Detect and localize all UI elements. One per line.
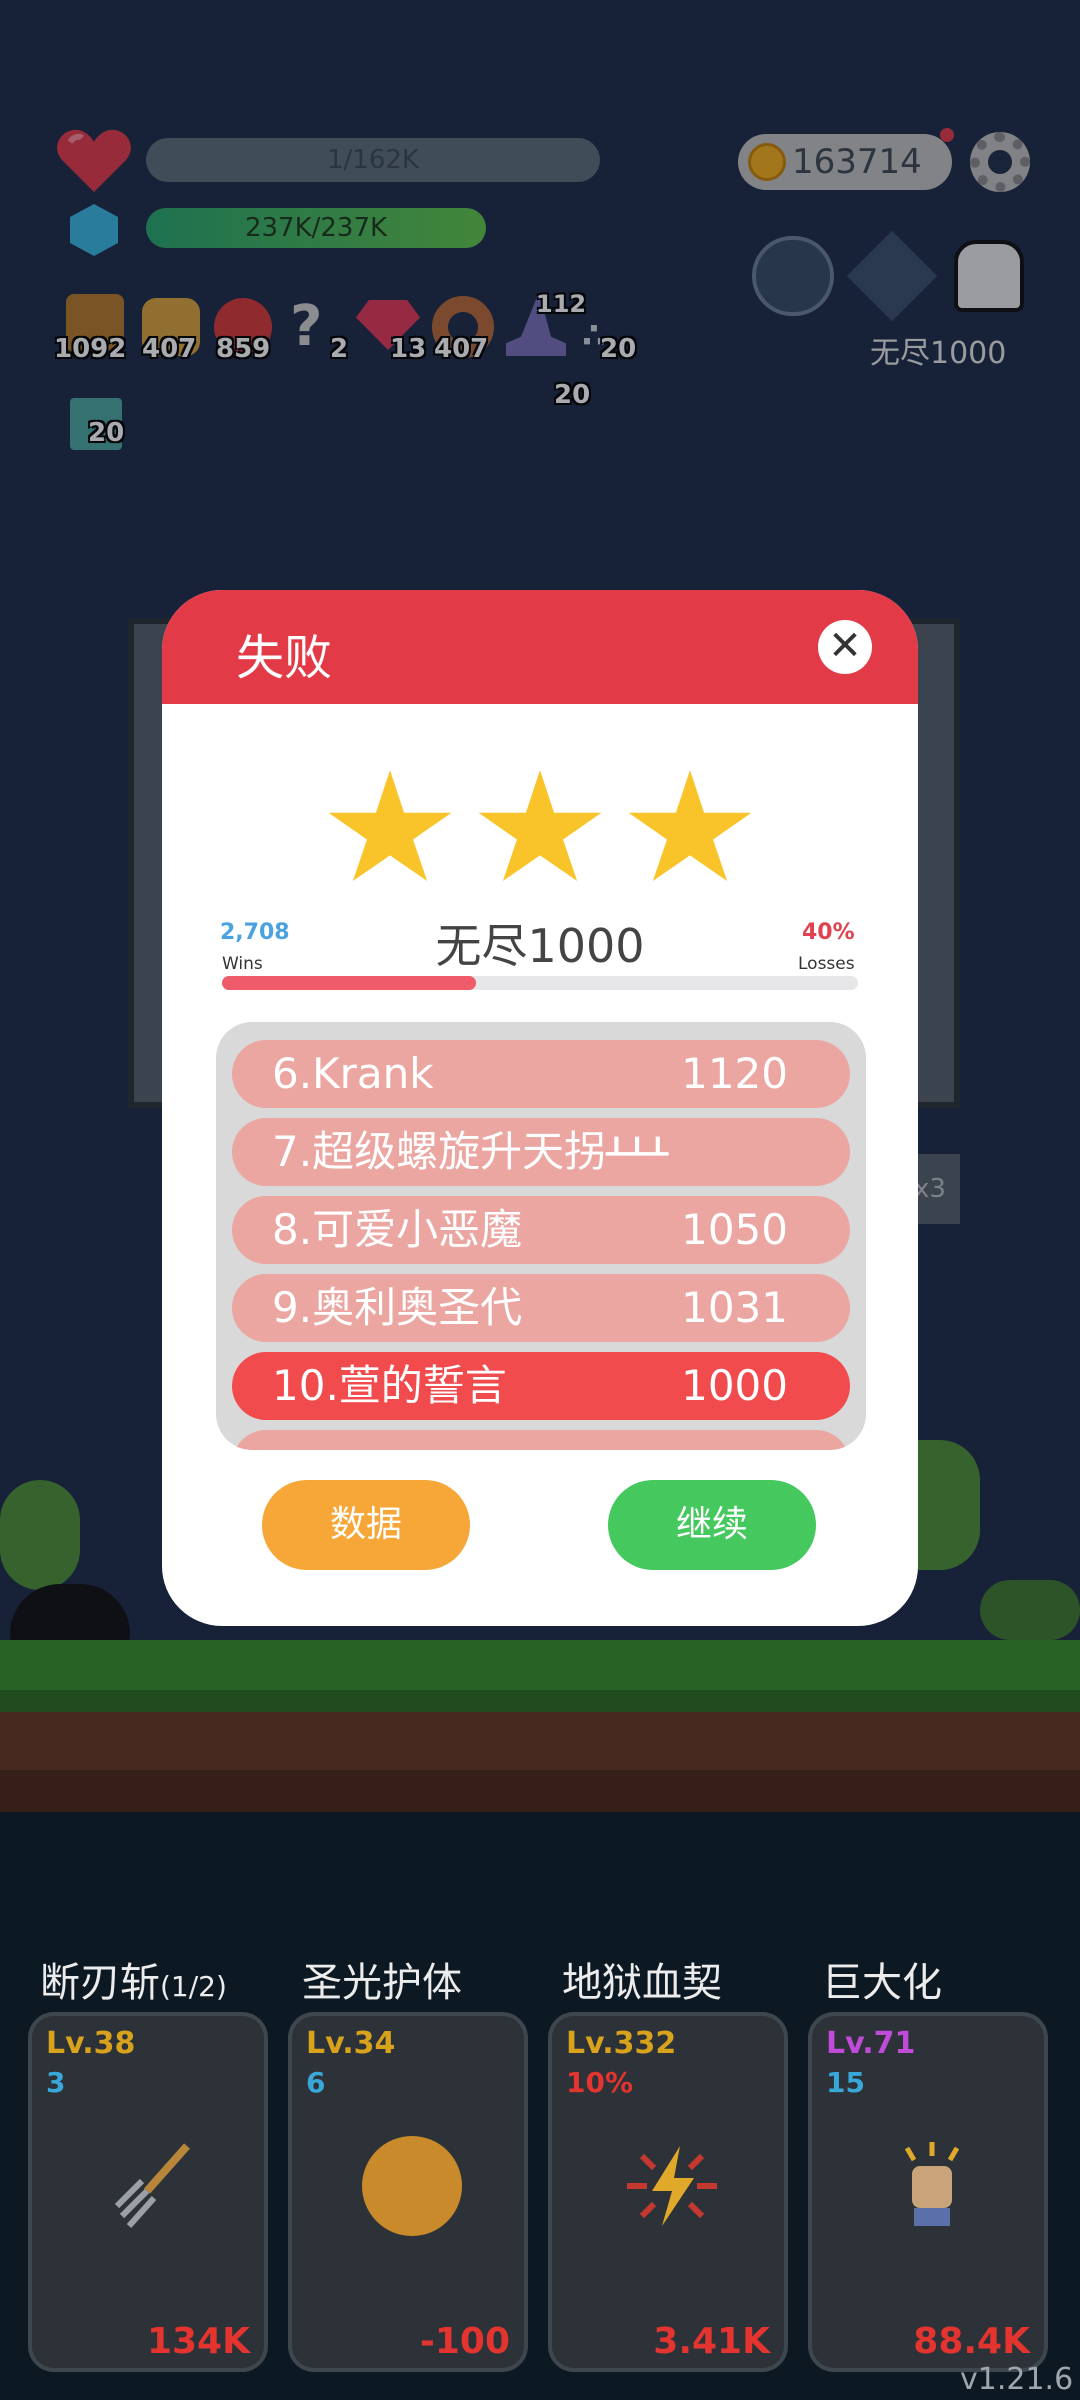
continue-button[interactable]: 继续 (608, 1480, 816, 1570)
leaderboard-row: 7.超级螺旋升天拐ᚆᚆᚆ (232, 1118, 850, 1186)
leaderboard-row-partial (232, 1430, 850, 1450)
lightning-icon (622, 2136, 722, 2236)
row-score: 1050 (681, 1205, 788, 1254)
dialog-title: 失败 (236, 630, 333, 686)
row-name: 6.Krank (272, 1049, 434, 1098)
skill-name-suffix: (1/2) (160, 1970, 227, 2003)
skill-stat: 10% (566, 2066, 634, 2099)
row-name: 9.奥利奥圣代 (272, 1283, 523, 1332)
skill-card[interactable]: Lv.71 15 88.4K (808, 2012, 1048, 2372)
skill-name: 断刃斩(1/2) (40, 1950, 227, 2008)
row-score: 1031 (681, 1283, 788, 1332)
skill-stat: 6 (306, 2066, 326, 2099)
skill-name-text: 断刃斩 (40, 1960, 160, 2006)
skill-card[interactable]: Lv.332 10% 3.41K (548, 2012, 788, 2372)
skill-stat: 3 (46, 2066, 66, 2099)
row-name: 7.超级螺旋升天拐ᚆᚆᚆ (272, 1127, 669, 1176)
skill-card[interactable]: Lv.34 6 -100 (288, 2012, 528, 2372)
skill-name: 巨大化 (822, 1960, 942, 2006)
leaderboard-list[interactable]: 6.Krank 1120 7.超级螺旋升天拐ᚆᚆᚆ 8.可爱小恶魔 1050 9… (216, 1022, 866, 1450)
leaderboard-row-current: 10.萱的誓言 1000 (232, 1352, 850, 1420)
leaderboard-row: 6.Krank 1120 (232, 1040, 850, 1108)
close-icon: ✕ (828, 623, 862, 669)
losses-label: Losses (798, 954, 855, 974)
leaderboard-row: 9.奥利奥圣代 1031 (232, 1274, 850, 1342)
version-label: v1.21.6 (960, 2362, 1074, 2397)
skill-level: Lv.34 (306, 2026, 396, 2061)
skill-name: 圣光护体 (302, 1960, 462, 2006)
star-icon (328, 770, 452, 882)
skill-stat: 15 (826, 2066, 865, 2099)
row-name: 10.萱的誓言 (272, 1361, 507, 1410)
skill-name: 地狱血契 (562, 1960, 722, 2006)
ratio-fill (222, 976, 476, 990)
skill-level: Lv.38 (46, 2026, 136, 2061)
close-button[interactable]: ✕ (818, 620, 872, 674)
skill-cost: 134K (146, 2321, 250, 2362)
star-icon (478, 770, 602, 882)
shield-glow-icon (362, 2136, 462, 2236)
pitchfork-icon (102, 2136, 202, 2236)
skill-cost: 3.41K (653, 2321, 770, 2362)
row-score: 1120 (681, 1049, 788, 1098)
losses-value: 40% (802, 920, 855, 945)
defeat-dialog: 失败 ✕ 2,708 Wins 无尽1000 40% Losses 6.Kran… (162, 590, 918, 1626)
skill-cost: 88.4K (913, 2321, 1030, 2362)
skill-level: Lv.332 (566, 2026, 677, 2061)
data-button[interactable]: 数据 (262, 1480, 470, 1570)
skill-cost: -100 (419, 2321, 510, 2362)
skill-level: Lv.71 (826, 2026, 916, 2061)
star-icon (628, 770, 752, 882)
skill-card[interactable]: Lv.38 3 134K (28, 2012, 268, 2372)
fist-icon (882, 2136, 982, 2236)
row-name: 8.可爱小恶魔 (272, 1205, 523, 1254)
leaderboard-row: 8.可爱小恶魔 1050 (232, 1196, 850, 1264)
row-score: 1000 (681, 1361, 788, 1410)
